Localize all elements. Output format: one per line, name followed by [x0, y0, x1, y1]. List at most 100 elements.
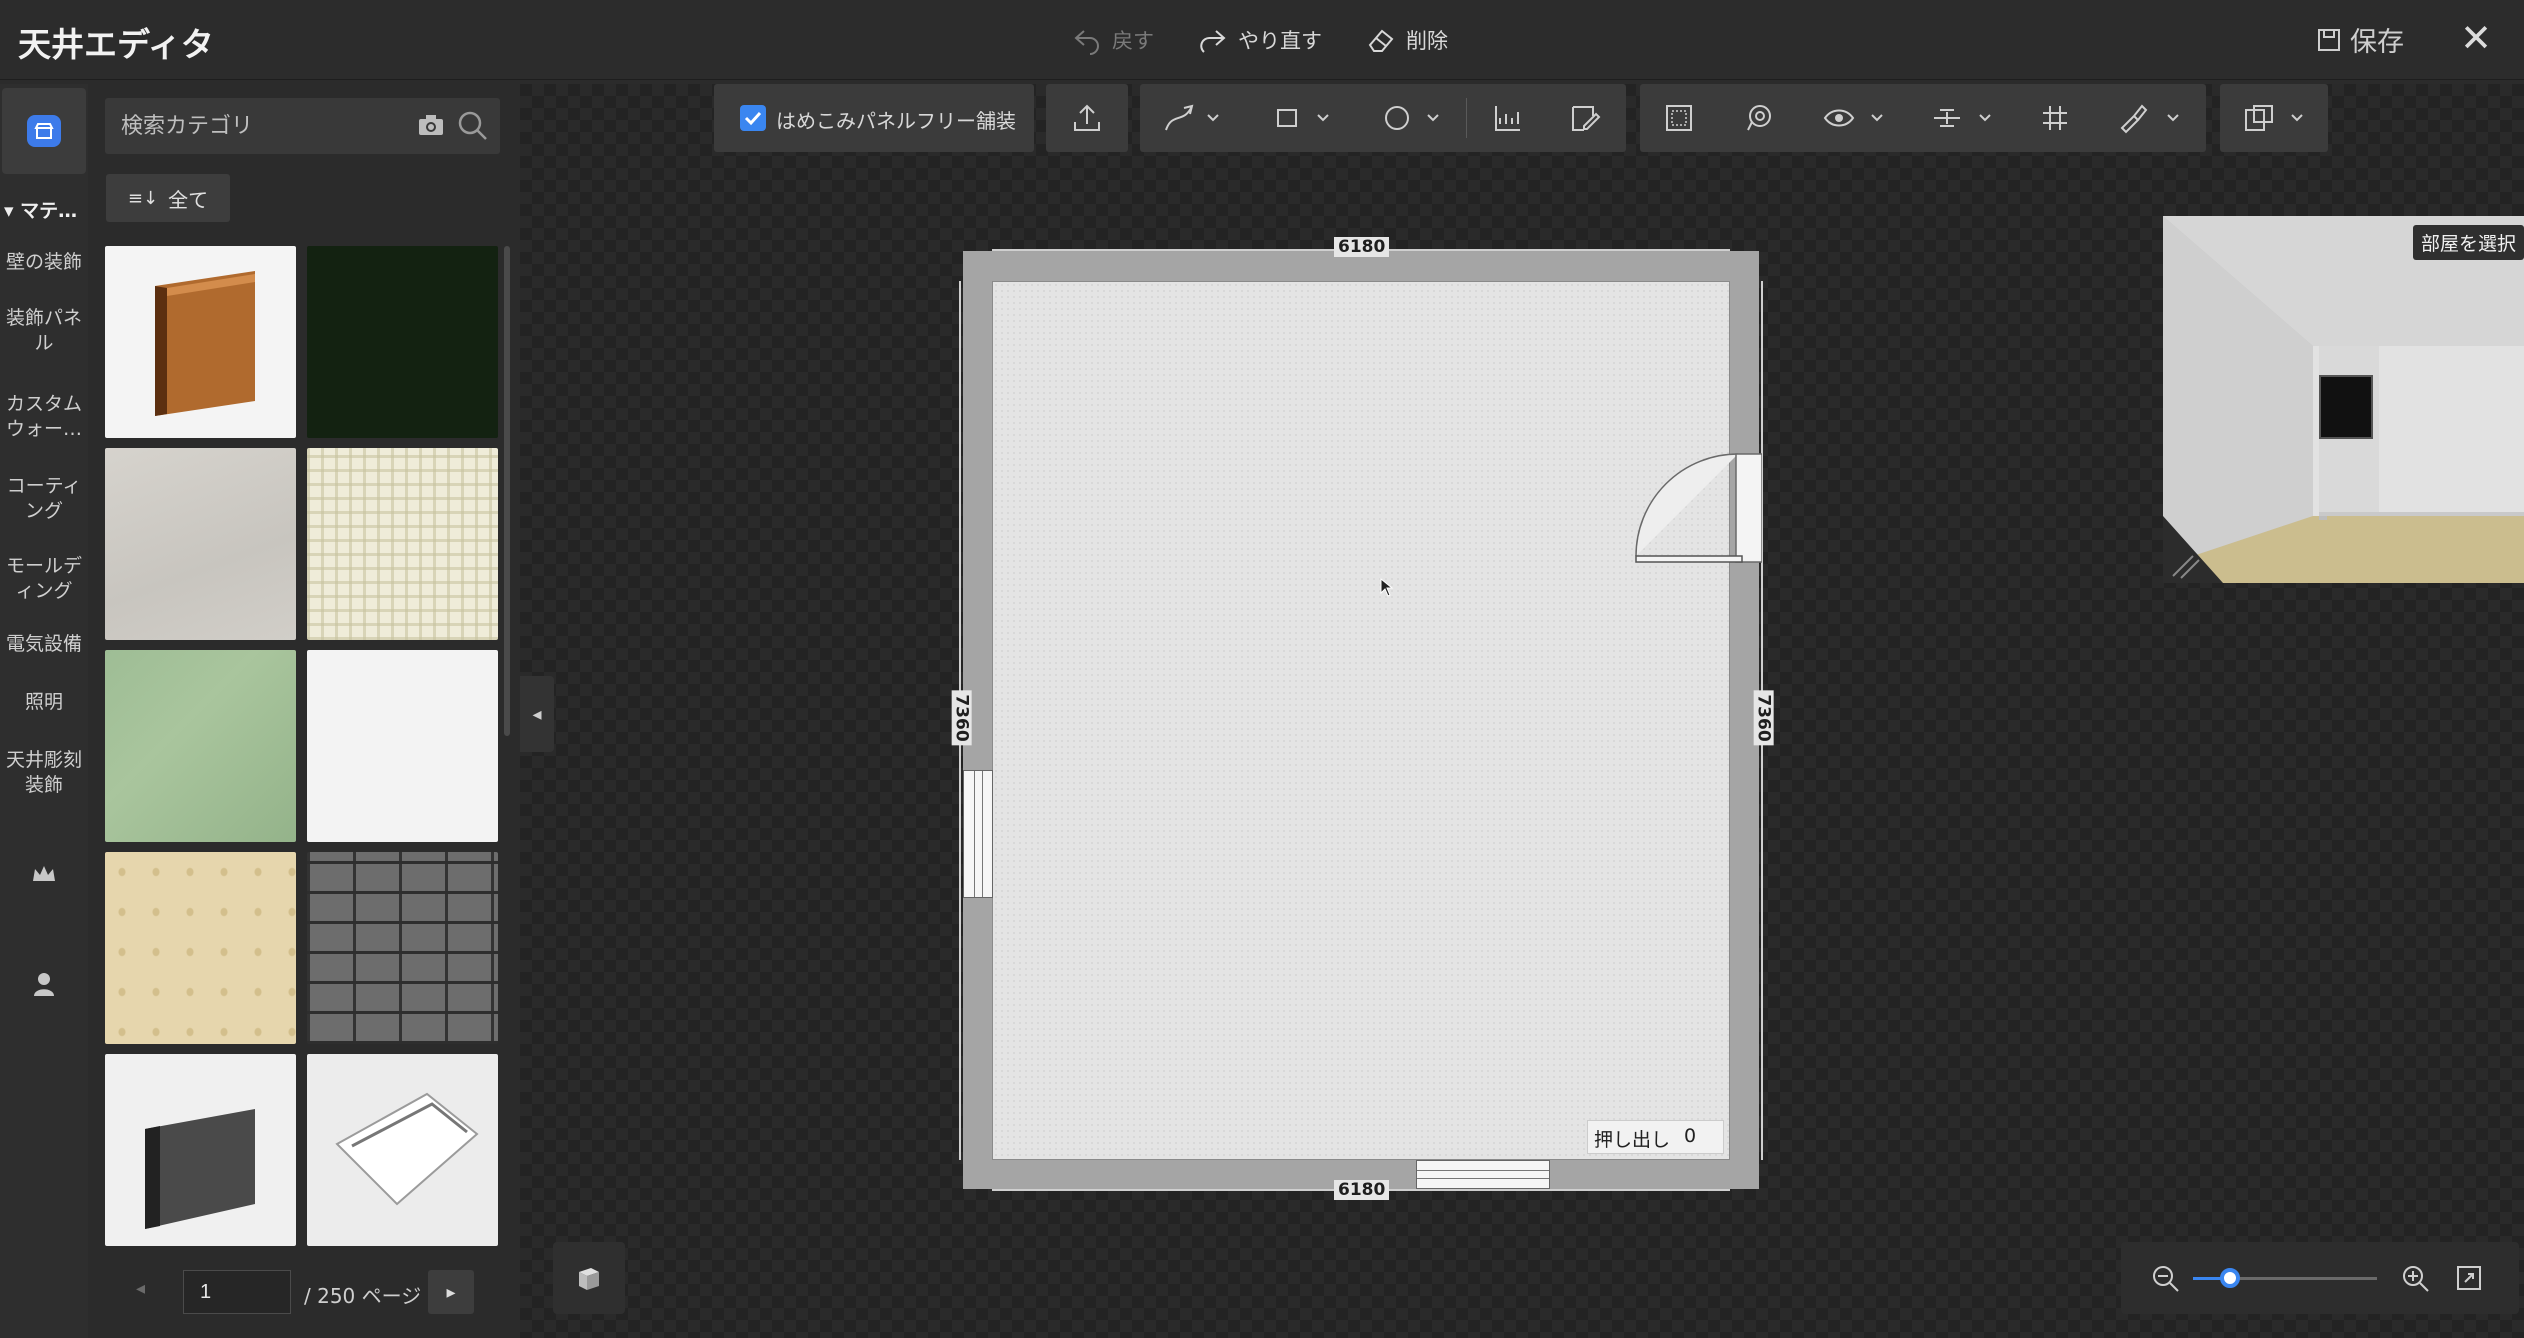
export-group — [1046, 84, 1128, 152]
sort-icon: ≡↓ — [127, 187, 159, 209]
cube-icon — [579, 1268, 599, 1290]
select-frame-icon[interactable] — [1662, 102, 1696, 134]
catalog-tile-green-texture[interactable] — [105, 650, 296, 842]
rail-item-wall-decor[interactable]: 壁の装飾 — [0, 250, 88, 275]
dimension-left: 7360 — [951, 690, 972, 746]
dimension-top: 6180 — [1334, 237, 1390, 257]
page-total: / 250 ページ — [304, 1284, 422, 1308]
view-tools-group — [1640, 84, 2206, 152]
catalog-tile-grey-skirting[interactable] — [105, 1054, 296, 1246]
app-title: 天井エディタ — [18, 25, 214, 64]
extrude-label: 押し出し — [1594, 1129, 1671, 1151]
zoom-slider-handle[interactable] — [2219, 1268, 2240, 1288]
room-3d-preview[interactable]: 部屋を選択 — [2163, 216, 2524, 583]
view-3d-button[interactable] — [553, 1242, 625, 1314]
filter-all-label: 全て — [168, 187, 209, 212]
chevron-down-icon[interactable] — [2166, 110, 2180, 124]
dimension-icon[interactable] — [1490, 102, 1524, 134]
next-page-button[interactable]: ▸ — [428, 1270, 474, 1314]
title-bar: 天井エディタ 戻す やり直す 削除 保存 ✕ — [0, 0, 2524, 80]
undo-icon — [1074, 30, 1099, 55]
fit-view-icon[interactable] — [2455, 1264, 2483, 1296]
zoom-out-icon[interactable] — [2151, 1264, 2181, 1298]
circle-icon[interactable] — [1380, 102, 1414, 134]
redo-button[interactable]: やり直す — [1198, 22, 1322, 58]
close-button[interactable]: ✕ — [2460, 18, 2492, 58]
search-input[interactable] — [121, 108, 381, 144]
ceiling-area[interactable] — [992, 281, 1730, 1160]
catalog-tile-beige-damask[interactable] — [105, 852, 296, 1044]
catalog-tile-wood-baseboard[interactable] — [105, 246, 296, 438]
lasso-icon[interactable] — [1742, 102, 1776, 134]
rail-item-coating[interactable]: コーティング — [0, 474, 88, 524]
collapse-panel-button[interactable]: ◂ — [520, 676, 554, 752]
panel-toggle-group: はめこみパネルフリー舗装 — [714, 84, 1034, 152]
category-header[interactable]: ▾ マテ… — [4, 196, 77, 223]
zoom-in-icon[interactable] — [2401, 1264, 2431, 1298]
eraser-icon — [1368, 29, 1394, 52]
window-bottom[interactable] — [1416, 1160, 1550, 1189]
dimension-bottom: 6180 — [1334, 1180, 1390, 1200]
rail-item-custom-wall[interactable]: カスタムウォー… — [0, 392, 88, 442]
page-input[interactable] — [183, 1270, 291, 1314]
chevron-down-icon[interactable] — [2290, 110, 2304, 124]
pen-curve-icon[interactable] — [1162, 102, 1196, 134]
store-icon — [27, 115, 61, 147]
grid-icon[interactable] — [2038, 102, 2072, 134]
store-tab[interactable] — [2, 88, 86, 174]
delete-button[interactable]: 削除 — [1366, 22, 1448, 58]
chevron-down-icon[interactable] — [1426, 110, 1440, 124]
chevron-down-icon[interactable] — [1870, 110, 1884, 124]
search-icon[interactable] — [457, 110, 489, 146]
crown-icon[interactable] — [24, 854, 64, 894]
catalog-tile-white-texture[interactable] — [307, 650, 498, 842]
zoom-control — [2121, 1242, 2519, 1314]
eye-icon[interactable] — [1822, 102, 1856, 134]
save-button[interactable]: 保存 — [2316, 20, 2404, 59]
dimension-right: 7360 — [1753, 690, 1774, 746]
align-icon[interactable] — [1930, 102, 1964, 134]
room-select-button[interactable]: 部屋を選択 — [2412, 225, 2524, 260]
extrude-value: 0 — [1684, 1125, 1697, 1147]
rail-item-electrical[interactable]: 電気設備 — [0, 632, 88, 657]
toolbar-divider — [1466, 98, 1467, 138]
catalog-tile-grey-plaster[interactable] — [105, 448, 296, 640]
camera-icon[interactable] — [417, 112, 445, 142]
draw-tools-group — [1140, 84, 1626, 152]
redo-icon — [1200, 30, 1226, 53]
mouse-cursor-icon — [1380, 578, 1394, 597]
rectangle-icon[interactable] — [1270, 102, 1304, 134]
pagination: ◂ / 250 ページ ▸ — [88, 1264, 518, 1324]
chevron-down-icon[interactable] — [1978, 110, 1992, 124]
search-box — [105, 98, 500, 154]
rail-item-molding[interactable]: モールディング — [0, 554, 88, 604]
chevron-down-icon[interactable] — [1316, 110, 1330, 124]
undo-button[interactable]: 戻す — [1072, 22, 1154, 58]
save-label: 保存 — [2350, 27, 2404, 58]
rail-item-lighting[interactable]: 照明 — [0, 690, 88, 715]
undo-label: 戻す — [1112, 29, 1154, 53]
panel-toggle-label: はめこみパネルフリー舗装 — [776, 109, 1016, 133]
catalog-panel: ≡↓ 全て ◂ / 250 ページ ▸ — [88, 84, 518, 1338]
layers-group — [2220, 84, 2328, 152]
prev-page-button[interactable]: ◂ — [136, 1278, 145, 1299]
filter-all-button[interactable]: ≡↓ 全て — [106, 174, 230, 222]
catalog-scrollbar[interactable] — [504, 246, 510, 736]
catalog-tile-grey-stone[interactable] — [307, 852, 498, 1044]
paint-brush-icon[interactable] — [2116, 102, 2150, 134]
delete-label: 削除 — [1406, 29, 1448, 53]
window-left[interactable] — [963, 770, 993, 898]
layers-icon[interactable] — [2242, 102, 2276, 134]
catalog-tile-white-crown-molding[interactable] — [307, 1054, 498, 1246]
rail-item-ceiling-carving[interactable]: 天井彫刻装飾 — [0, 748, 88, 798]
left-rail: ▾ マテ… 壁の装飾 装飾パネル カスタムウォー… コーティング モールディング… — [0, 84, 88, 1338]
panel-toggle-checkbox[interactable] — [740, 105, 766, 131]
edit-shape-icon[interactable] — [1568, 102, 1602, 134]
door[interactable] — [1634, 452, 1762, 568]
rail-item-decor-panel[interactable]: 装飾パネル — [0, 306, 88, 356]
user-icon[interactable] — [24, 964, 64, 1004]
catalog-tile-cream-check[interactable] — [307, 448, 498, 640]
chevron-down-icon[interactable] — [1206, 110, 1220, 124]
upload-icon[interactable] — [1070, 102, 1104, 134]
catalog-tile-dark-green[interactable] — [307, 246, 498, 438]
